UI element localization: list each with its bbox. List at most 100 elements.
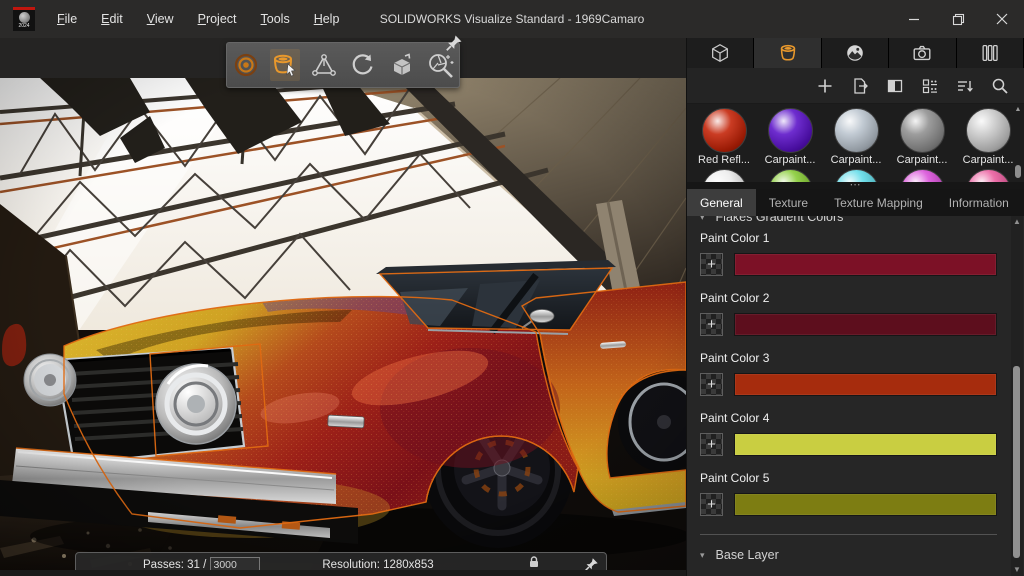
paint-color-label: Paint Color 2	[700, 291, 1024, 305]
paint-color-label: Paint Color 4	[700, 411, 1024, 425]
collapse-icon[interactable]: ▾	[700, 550, 705, 561]
add-texture-button[interactable]: +	[700, 433, 723, 456]
scroll-up-icon[interactable]: ▲	[1013, 216, 1021, 228]
orient-cube-tool[interactable]	[387, 49, 417, 81]
tab-appearances[interactable]	[754, 38, 821, 68]
pin-icon[interactable]	[445, 34, 463, 52]
paint-apply-tool[interactable]	[270, 49, 300, 81]
color-swatch[interactable]	[734, 433, 997, 456]
passes-limit-input[interactable]	[210, 557, 260, 570]
select-target-tool[interactable]	[231, 49, 261, 81]
appearance-thumbnail	[834, 108, 879, 153]
menu-file[interactable]: File	[45, 0, 89, 38]
tab-texture-mapping[interactable]: Texture Mapping	[821, 189, 936, 216]
general-properties: ▾ Flakes Gradient Colors Paint Color 1 +…	[687, 216, 1024, 576]
tab-texture[interactable]: Texture	[756, 189, 821, 216]
import-file-icon	[851, 77, 869, 95]
palette-tabs	[687, 38, 1024, 68]
tab-scenes[interactable]	[822, 38, 889, 68]
menu-view[interactable]: View	[135, 0, 186, 38]
tab-general[interactable]: General	[687, 189, 756, 216]
render-scene	[0, 78, 686, 570]
view-options-button[interactable]	[920, 76, 940, 96]
appearance-label: Carpaint...	[831, 154, 882, 166]
render-effects-tool[interactable]	[426, 49, 456, 81]
paint-color-label: Paint Color 5	[700, 471, 1024, 485]
plus-icon	[817, 78, 833, 94]
menu-help[interactable]: Help	[302, 0, 352, 38]
minimize-button[interactable]	[892, 0, 936, 38]
sort-icon	[956, 77, 974, 95]
lock-icon	[527, 555, 541, 569]
minimize-icon	[908, 13, 920, 25]
scrollbar-thumb[interactable]	[1013, 366, 1020, 558]
collapse-icon[interactable]: ▾	[700, 216, 705, 223]
right-panel: Red Refl... Carpaint... Carpaint... Carp…	[686, 38, 1024, 576]
paint-color-row: +	[700, 493, 1024, 516]
appearance-item[interactable]: Carpaint...	[827, 108, 885, 166]
add-appearance-button[interactable]	[815, 76, 835, 96]
globe-icon	[19, 12, 30, 23]
appearance-thumbnail	[768, 169, 813, 182]
render-status-overlay: Passes: 31 / Passes per second: 0.22 16 …	[75, 552, 607, 570]
split-view-icon	[886, 77, 904, 95]
appearance-item[interactable]	[761, 169, 819, 182]
add-texture-button[interactable]: +	[700, 253, 723, 276]
pivot-tool[interactable]	[309, 49, 339, 81]
tab-models[interactable]	[687, 38, 754, 68]
appearance-item[interactable]	[893, 169, 951, 182]
paint-color-row: +	[700, 433, 1024, 456]
tab-libraries[interactable]	[957, 38, 1024, 68]
add-texture-button[interactable]: +	[700, 313, 723, 336]
paint-color-label: Paint Color 3	[700, 351, 1024, 365]
panel-splitter[interactable]: ⋯	[687, 182, 1024, 189]
appearance-scrollbar[interactable]: ▲	[1013, 106, 1023, 180]
scrollbar-thumb[interactable]	[1015, 165, 1021, 178]
base-layer-section-header[interactable]: ▾ Base Layer	[700, 548, 1024, 562]
appearance-label: Carpaint...	[897, 154, 948, 166]
appearance-item[interactable]: Carpaint...	[761, 108, 819, 166]
appearance-list: Red Refl... Carpaint... Carpaint... Carp…	[687, 104, 1024, 182]
scroll-down-icon[interactable]: ▼	[1013, 564, 1021, 576]
color-swatch[interactable]	[734, 313, 997, 336]
tab-information[interactable]: Information	[936, 189, 1022, 216]
app-window: 2024 File Edit View Project Tools Help S…	[0, 0, 1024, 576]
appearance-item[interactable]	[959, 169, 1017, 182]
color-swatch[interactable]	[734, 493, 997, 516]
split-view-button[interactable]	[885, 76, 905, 96]
section-title: Flakes Gradient Colors	[716, 216, 844, 224]
scroll-up-icon[interactable]: ▲	[1015, 106, 1022, 114]
viewport-canvas[interactable]: Passes: 31 / Passes per second: 0.22 16 …	[0, 78, 686, 570]
appearance-item[interactable]: Red Refl...	[695, 108, 753, 166]
search-button[interactable]	[990, 76, 1010, 96]
color-swatch[interactable]	[734, 253, 997, 276]
appearance-thumbnail	[900, 169, 945, 182]
title-bar: 2024 File Edit View Project Tools Help S…	[0, 0, 1024, 38]
paint-bucket-cursor-icon	[271, 51, 299, 79]
appearance-thumbnail	[768, 108, 813, 153]
close-icon	[996, 13, 1008, 25]
close-button[interactable]	[980, 0, 1024, 38]
appearance-thumbnail	[702, 169, 747, 182]
menu-project[interactable]: Project	[186, 0, 249, 38]
appearance-item[interactable]: Carpaint...	[959, 108, 1017, 166]
pin-icon[interactable]	[584, 557, 599, 570]
menu-edit[interactable]: Edit	[89, 0, 135, 38]
flakes-section-header[interactable]: ▾ Flakes Gradient Colors	[700, 216, 1024, 224]
menu-tools[interactable]: Tools	[249, 0, 302, 38]
add-texture-button[interactable]: +	[700, 373, 723, 396]
appearance-thumbnail	[966, 169, 1011, 182]
appearance-item[interactable]: Carpaint...	[893, 108, 951, 166]
sort-button[interactable]	[955, 76, 975, 96]
properties-scrollbar[interactable]: ▲ ▼	[1011, 216, 1023, 576]
paint-bucket-icon	[777, 42, 799, 64]
restore-button[interactable]	[936, 0, 980, 38]
appearance-item[interactable]	[827, 169, 885, 182]
rotate-view-tool[interactable]	[348, 49, 378, 81]
import-appearance-button[interactable]	[850, 76, 870, 96]
add-texture-button[interactable]: +	[700, 493, 723, 516]
color-swatch[interactable]	[734, 373, 997, 396]
tab-cameras[interactable]	[889, 38, 956, 68]
appearance-item[interactable]	[695, 169, 753, 182]
appearance-label: Red Refl...	[698, 154, 750, 166]
